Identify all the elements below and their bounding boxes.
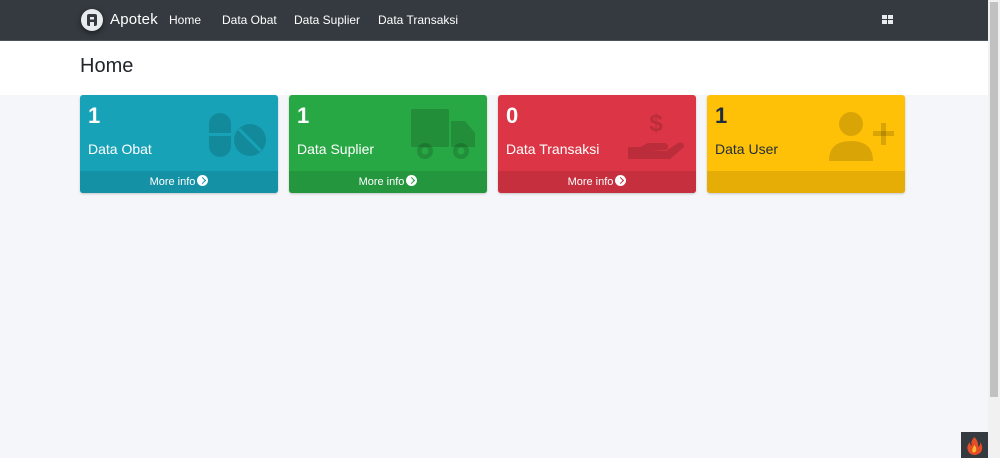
data-suplier-more-info-link[interactable]: More info [359, 176, 405, 188]
data-obat-footer[interactable]: More info [80, 171, 278, 193]
user-plus-icon [829, 109, 895, 168]
brand-logo[interactable] [81, 9, 103, 31]
flame-icon [967, 437, 983, 455]
data-transaksi-label: Data Transaksi [506, 141, 600, 157]
small-box-data-transaksi: 0 Data Transaksi $ More info [498, 95, 696, 193]
svg-text:$: $ [649, 110, 663, 137]
data-obat-label: Data Obat [88, 141, 152, 157]
brand-name[interactable]: Apotek [110, 11, 158, 28]
data-transaksi-more-info-link[interactable]: More info [568, 176, 614, 188]
nav-link-data-obat[interactable]: Data Obat [222, 13, 277, 27]
data-transaksi-count: 0 [506, 103, 519, 128]
scrollbar-thumb[interactable] [990, 2, 998, 397]
debug-toolbar-button[interactable] [961, 432, 988, 458]
data-obat-count: 1 [88, 103, 101, 128]
pills-icon [208, 109, 268, 164]
nav-link-home[interactable]: Home [169, 13, 201, 27]
data-user-footer[interactable] [707, 171, 905, 193]
data-obat-more-info-link[interactable]: More info [150, 176, 196, 188]
nav-link-data-suplier[interactable]: Data Suplier [294, 13, 360, 27]
small-box-data-user: 1 Data User [707, 95, 905, 193]
nav-link-data-transaksi[interactable]: Data Transaksi [378, 13, 458, 27]
truck-icon [411, 109, 477, 166]
data-suplier-count: 1 [297, 103, 310, 128]
grid-menu-icon[interactable] [882, 15, 893, 25]
data-user-label: Data User [715, 141, 779, 157]
data-suplier-footer[interactable]: More info [289, 171, 487, 193]
data-suplier-label: Data Suplier [297, 141, 375, 157]
arrow-circle-right-icon [406, 175, 418, 186]
hand-dollar-icon: $ [626, 109, 686, 168]
arrow-circle-right-icon [197, 175, 209, 186]
small-box-data-suplier: 1 Data Suplier More info [289, 95, 487, 193]
top-navbar: Apotek Home Data Obat Data Suplier Data … [0, 0, 988, 41]
page-title: Home [80, 55, 134, 77]
data-transaksi-footer[interactable]: More info [498, 171, 696, 193]
small-box-data-obat: 1 Data Obat More info [80, 95, 278, 193]
data-user-count: 1 [715, 103, 728, 128]
content-header: Home [0, 41, 988, 95]
vertical-scrollbar[interactable] [988, 0, 1000, 458]
arrow-circle-right-icon [615, 175, 627, 186]
